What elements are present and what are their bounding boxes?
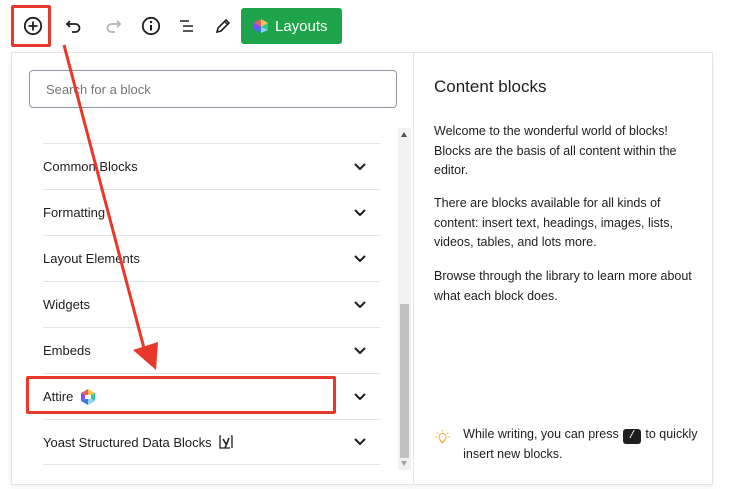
- inserter-help-pane: Content blocks Welcome to the wonderful …: [413, 53, 712, 484]
- chevron-down-icon: [353, 392, 367, 402]
- category-label: Formatting: [43, 205, 106, 220]
- info-icon: [141, 16, 161, 36]
- category-formatting[interactable]: Formatting: [43, 189, 380, 235]
- scroll-down-arrow-icon[interactable]: [401, 461, 407, 466]
- help-title: Content blocks: [434, 77, 547, 96]
- category-widgets[interactable]: Widgets: [43, 281, 380, 327]
- chevron-down-icon: [353, 300, 367, 310]
- category-label: Layout Elements: [43, 251, 140, 266]
- chevron-down-icon: [353, 208, 367, 218]
- category-layout-elements[interactable]: Layout Elements: [43, 235, 380, 281]
- pencil-icon: [215, 18, 231, 34]
- category-label: Attire: [43, 389, 74, 404]
- scrollbar-thumb[interactable]: [400, 304, 409, 458]
- help-paragraph: Welcome to the wonderful world of blocks…: [434, 124, 677, 177]
- list-view-icon: [180, 20, 193, 32]
- layouts-label: Layouts: [275, 17, 328, 35]
- help-paragraph: There are blocks available for all kinds…: [434, 196, 674, 249]
- chevron-down-icon: [353, 162, 367, 172]
- category-label: Yoast Structured Data Blocks: [43, 434, 212, 450]
- editor-screen: Layouts Common Blocks Formatting Layout …: [0, 0, 738, 489]
- chevron-down-icon: [353, 346, 367, 356]
- category-attire[interactable]: Attire: [43, 373, 380, 419]
- plus-circle-icon: [23, 16, 43, 36]
- layouts-logo-icon: [254, 19, 268, 33]
- redo-button[interactable]: [97, 10, 129, 42]
- outline-button[interactable]: [171, 10, 203, 42]
- category-yoast-structured-data[interactable]: Yoast Structured Data Blocks: [43, 419, 380, 465]
- lightbulb-icon: [435, 429, 450, 444]
- inserter-list-pane: Common Blocks Formatting Layout Elements…: [12, 53, 413, 484]
- category-common-blocks[interactable]: Common Blocks: [43, 143, 380, 189]
- inserter-scrollbar[interactable]: [398, 128, 411, 470]
- category-label: Common Blocks: [43, 159, 138, 174]
- help-paragraph: Browse through the library to learn more…: [434, 269, 692, 303]
- attire-logo-icon: [81, 388, 96, 405]
- category-embeds[interactable]: Embeds: [43, 327, 380, 373]
- yoast-logo-icon: [218, 435, 233, 449]
- info-button[interactable]: [135, 10, 167, 42]
- edit-mode-button[interactable]: [207, 10, 239, 42]
- chevron-down-icon: [353, 254, 367, 264]
- chevron-down-icon: [353, 437, 367, 447]
- add-block-button[interactable]: [17, 10, 49, 42]
- tip-text-before: While writing, you can press: [463, 427, 619, 441]
- layouts-button[interactable]: Layouts: [241, 8, 342, 44]
- slash-shortcut-key: /: [622, 429, 642, 444]
- undo-icon: [65, 20, 81, 33]
- editor-toolbar: Layouts: [0, 0, 738, 52]
- block-inserter-panel: Common Blocks Formatting Layout Elements…: [11, 52, 713, 485]
- category-label: Widgets: [43, 297, 90, 312]
- scroll-up-arrow-icon[interactable]: [401, 132, 407, 137]
- block-search-input[interactable]: [29, 70, 397, 108]
- tip-text: While writing, you can press / to quickly …: [463, 425, 704, 464]
- redo-icon: [106, 20, 122, 33]
- undo-button[interactable]: [58, 10, 90, 42]
- category-label: Embeds: [43, 343, 91, 358]
- block-category-list: Common Blocks Formatting Layout Elements…: [43, 143, 380, 465]
- keyboard-tip: While writing, you can press / to quickly …: [434, 425, 704, 464]
